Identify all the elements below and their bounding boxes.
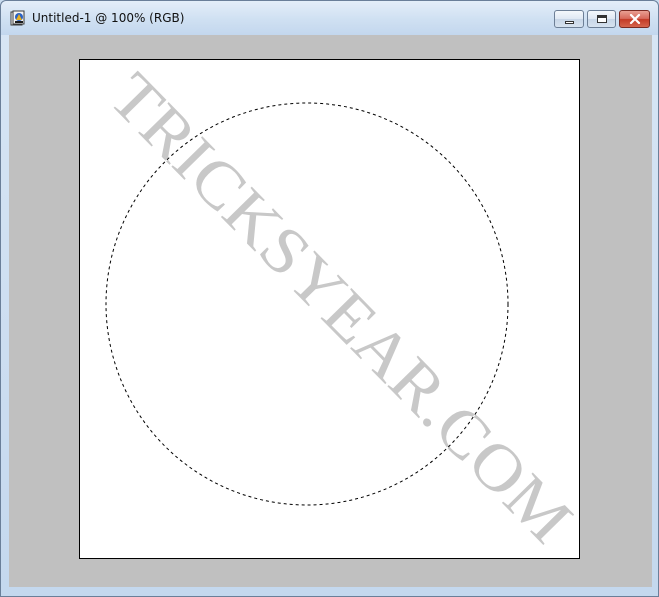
close-button[interactable] [619, 10, 650, 28]
elliptical-marquee-selection[interactable] [80, 60, 579, 558]
maximize-button[interactable] [587, 10, 616, 28]
window-title: Untitled-1 @ 100% (RGB) [32, 11, 185, 25]
minimize-icon [565, 21, 574, 24]
canvas-pasteboard[interactable]: TRICKSYEAR.COM [9, 35, 652, 587]
minimize-button[interactable] [554, 10, 584, 28]
photoshop-doc-icon [10, 10, 26, 26]
title-bar[interactable]: Untitled-1 @ 100% (RGB) [1, 1, 658, 35]
document-canvas[interactable]: TRICKSYEAR.COM [79, 59, 580, 559]
close-icon [629, 14, 641, 24]
maximize-icon [597, 15, 607, 23]
document-window: Untitled-1 @ 100% (RGB) TRICKSYEAR.COM [0, 0, 659, 597]
